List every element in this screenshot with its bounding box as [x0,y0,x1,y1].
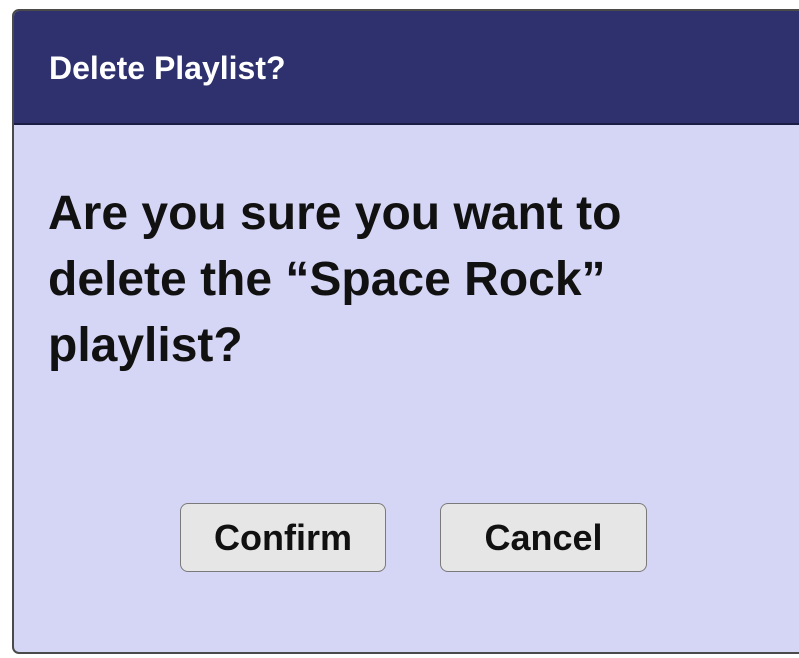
dialog-header: Delete Playlist? [14,11,799,125]
dialog-message: Are you sure you want to delete the “Spa… [48,187,622,372]
cancel-button[interactable]: Cancel [440,503,647,572]
dialog-title: Delete Playlist? [49,50,286,86]
confirm-button[interactable]: Confirm [180,503,386,572]
delete-playlist-dialog: Delete Playlist? Are you sure you want t… [12,9,799,654]
